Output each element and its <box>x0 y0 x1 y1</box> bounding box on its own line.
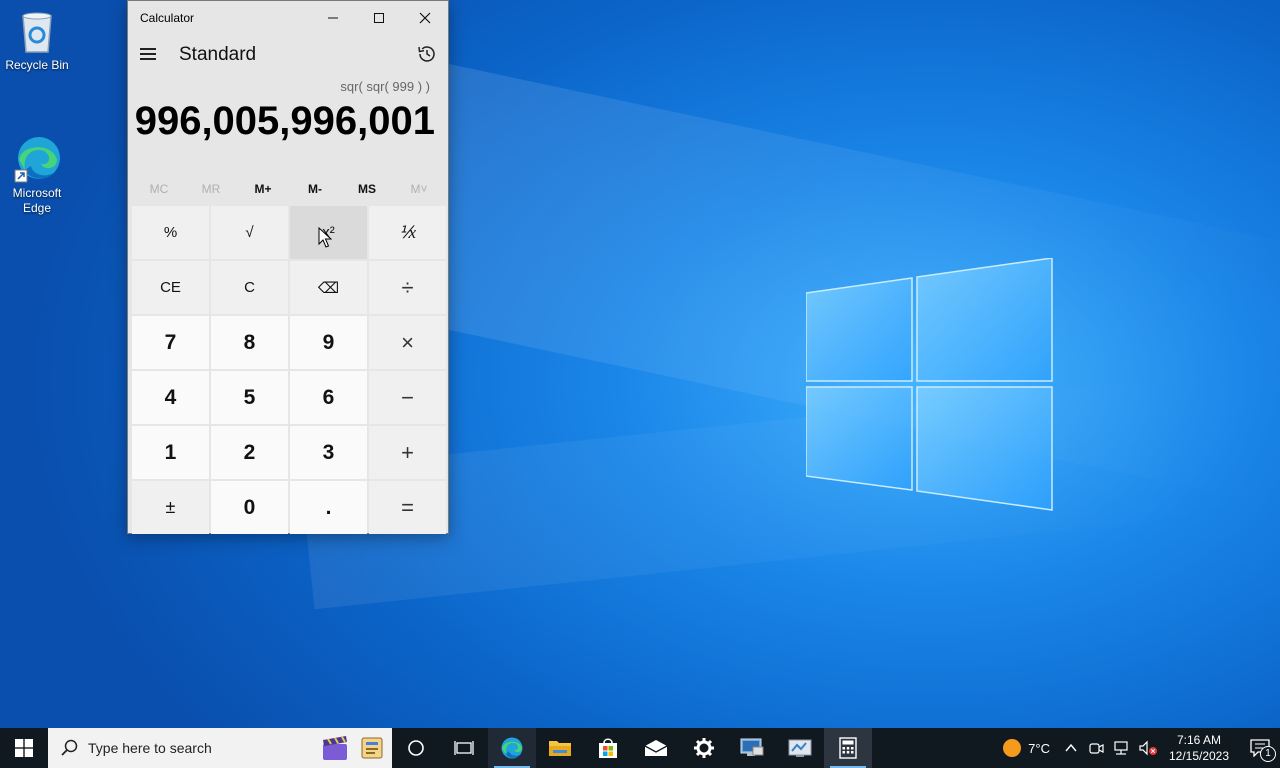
search-icon <box>61 739 78 756</box>
taskbar-remote-desktop-button[interactable] <box>728 728 776 768</box>
search-highlight-note-icon <box>361 737 383 759</box>
navigation-menu-button[interactable] <box>138 43 160 65</box>
search-highlight-clapperboard-icon <box>323 736 347 760</box>
search-placeholder: Type here to search <box>88 740 212 756</box>
taskbar-store-button[interactable] <box>584 728 632 768</box>
digit-9-button[interactable]: 9 <box>290 316 367 369</box>
taskbar-edge-button[interactable] <box>488 728 536 768</box>
mail-icon <box>644 740 668 756</box>
network-icon[interactable] <box>1112 740 1130 756</box>
memory-buttons: MC MR M+ M- MS M˅ <box>133 177 445 201</box>
remote-desktop-icon <box>740 738 764 756</box>
clock-date: 12/15/2023 <box>1168 749 1230 763</box>
expression-display: sqr( sqr( 999 ) ) <box>340 79 430 94</box>
start-button[interactable] <box>0 728 48 768</box>
windows-wallpaper-logo <box>806 258 1053 511</box>
taskbar-calculator-button[interactable] <box>824 728 872 768</box>
digit-7-button[interactable]: 7 <box>132 316 209 369</box>
taskbar: Type here to search 7°C 7:16 AM 12/15/20… <box>0 728 1280 768</box>
edge-icon <box>13 121 61 183</box>
title-bar[interactable]: Calculator <box>128 1 448 35</box>
minimize-button[interactable] <box>310 1 356 35</box>
clock[interactable]: 7:16 AM 12/15/2023 <box>1166 732 1232 764</box>
digit-3-button[interactable]: 3 <box>290 426 367 479</box>
square-root-button[interactable]: √ <box>211 206 288 259</box>
taskbar-file-explorer-button[interactable] <box>536 728 584 768</box>
memory-recall-button[interactable]: MR <box>185 177 237 201</box>
close-button[interactable] <box>402 1 448 35</box>
desktop-icon-recycle-bin[interactable]: Recycle Bin <box>0 8 74 73</box>
backspace-button[interactable]: ⌫ <box>290 261 367 314</box>
calculator-icon <box>839 737 857 759</box>
taskbar-app-button[interactable] <box>776 728 824 768</box>
hamburger-icon <box>138 43 160 60</box>
taskbar-settings-button[interactable] <box>680 728 728 768</box>
desktop-icon-label: Recycle Bin <box>5 58 69 72</box>
add-button[interactable]: + <box>369 426 446 479</box>
history-icon <box>418 46 435 62</box>
taskbar-mail-button[interactable] <box>632 728 680 768</box>
desktop-icon-label: Microsoft Edge <box>12 186 62 215</box>
digit-5-button[interactable]: 5 <box>211 371 288 424</box>
recycle-bin-icon <box>13 8 61 56</box>
weather-widget[interactable]: 7°C <box>1002 738 1064 758</box>
notification-badge: 1 <box>1260 746 1276 762</box>
cortana-button[interactable] <box>392 728 440 768</box>
percent-button[interactable]: % <box>132 206 209 259</box>
edge-icon <box>501 737 523 759</box>
clear-entry-button[interactable]: CE <box>132 261 209 314</box>
decimal-button[interactable]: . <box>290 481 367 534</box>
meet-now-icon[interactable] <box>1088 740 1104 756</box>
digit-8-button[interactable]: 8 <box>211 316 288 369</box>
memory-add-button[interactable]: M+ <box>237 177 289 201</box>
calculator-window: Calculator Standard sqr( sqr( 999 ) ) 99… <box>127 0 449 534</box>
taskbar-search-box[interactable]: Type here to search <box>48 728 392 768</box>
task-view-icon <box>454 741 474 755</box>
result-display: 996,005,996,001 <box>134 99 435 143</box>
clear-button[interactable]: C <box>211 261 288 314</box>
maximize-icon <box>374 13 384 23</box>
store-icon <box>599 738 617 758</box>
mode-title: Standard <box>179 44 257 65</box>
mode-header: Standard <box>128 35 448 75</box>
system-tray: 7°C 7:16 AM 12/15/2023 1 <box>1002 728 1280 768</box>
keypad: % √ x² ⅟x CE C ⌫ ÷ 7 8 9 × 4 5 6 − 1 2 3… <box>132 206 446 534</box>
minimize-icon <box>328 17 338 19</box>
subtract-button[interactable]: − <box>369 371 446 424</box>
memory-list-button[interactable]: M˅ <box>393 177 445 201</box>
digit-6-button[interactable]: 6 <box>290 371 367 424</box>
digit-0-button[interactable]: 0 <box>211 481 288 534</box>
memory-clear-button[interactable]: MC <box>133 177 185 201</box>
sun-icon <box>1003 739 1022 757</box>
control-panel-icon <box>788 739 812 757</box>
folder-icon <box>549 741 571 756</box>
mouse-cursor-icon <box>318 227 332 248</box>
volume-muted-icon[interactable] <box>1138 740 1158 756</box>
desktop-icon-microsoft-edge[interactable]: Microsoft Edge <box>0 106 74 231</box>
gear-icon <box>694 738 714 758</box>
digit-2-button[interactable]: 2 <box>211 426 288 479</box>
task-view-button[interactable] <box>440 728 488 768</box>
equals-button[interactable]: = <box>369 481 446 534</box>
reciprocal-button[interactable]: ⅟x <box>369 206 446 259</box>
chevron-up-icon[interactable] <box>1064 741 1078 755</box>
memory-subtract-button[interactable]: M- <box>289 177 341 201</box>
window-title: Calculator <box>140 11 195 25</box>
maximize-button[interactable] <box>356 1 402 35</box>
memory-store-button[interactable]: MS <box>341 177 393 201</box>
divide-button[interactable]: ÷ <box>369 261 446 314</box>
action-center-button[interactable]: 1 <box>1240 728 1280 768</box>
clock-time: 7:16 AM <box>1176 733 1222 747</box>
negate-button[interactable]: ± <box>132 481 209 534</box>
windows-start-icon <box>15 739 33 757</box>
digit-4-button[interactable]: 4 <box>132 371 209 424</box>
digit-1-button[interactable]: 1 <box>132 426 209 479</box>
cortana-circle-icon <box>408 740 424 756</box>
multiply-button[interactable]: × <box>369 316 446 369</box>
history-button[interactable] <box>416 43 438 65</box>
close-icon <box>419 12 431 24</box>
weather-temperature: 7°C <box>1028 740 1050 756</box>
